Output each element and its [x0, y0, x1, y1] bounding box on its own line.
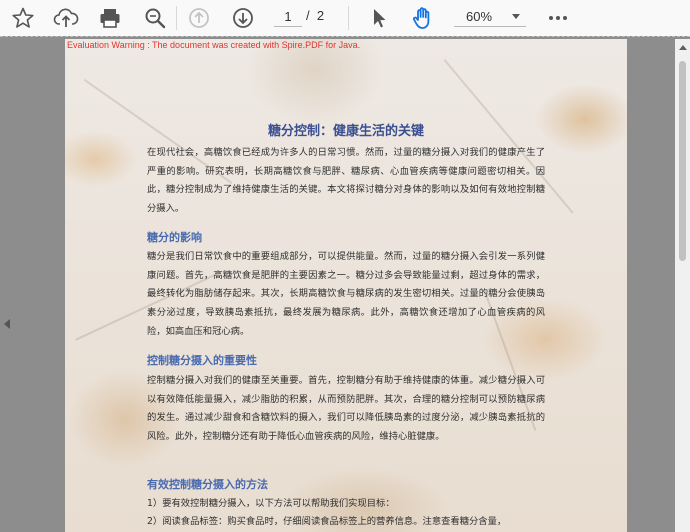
select-tool-button[interactable]	[365, 4, 393, 32]
section-heading: 有效控制糖分摄入的方法	[147, 478, 268, 491]
arrow-up-circle-icon	[189, 8, 209, 28]
zoom-select[interactable]: 60%	[454, 6, 526, 27]
chevron-down-icon	[512, 14, 520, 19]
search-button[interactable]	[141, 4, 169, 32]
pdf-page: Evaluation Warning : The document was cr…	[65, 39, 627, 532]
search-icon	[145, 8, 166, 29]
page-count: / 2	[306, 8, 325, 23]
list-item: 2）阅读食品标签：购买食品时，仔细阅读食品标签上的营养信息。注意查看糖分含量，	[147, 516, 507, 527]
hand-icon	[413, 7, 430, 29]
section-heading: 控制糖分摄入的重要性	[147, 354, 257, 367]
more-dots-icon	[549, 16, 567, 20]
cloud-upload-icon	[53, 8, 79, 27]
toolbar-divider	[176, 6, 177, 30]
print-button[interactable]	[96, 4, 124, 32]
zoom-value: 60%	[466, 9, 493, 24]
previous-page-button[interactable]	[185, 4, 213, 32]
vertical-scrollbar[interactable]	[675, 39, 690, 532]
hand-tool-button[interactable]	[409, 4, 437, 32]
upload-button[interactable]	[52, 4, 80, 32]
toolbar-divider	[348, 6, 349, 30]
bookmark-star-button[interactable]	[9, 4, 37, 32]
evaluation-watermark: Evaluation Warning : The document was cr…	[67, 40, 361, 50]
section-paragraph: 控制糖分摄入对我们的健康至关重要。首先，控制糖分有助于维持健康的体重。减少糖分摄…	[147, 375, 545, 443]
scrollbar-thumb[interactable]	[679, 61, 686, 261]
more-options-button[interactable]	[544, 4, 572, 32]
section-heading: 糖分的影响	[147, 231, 202, 244]
scroll-up-arrow[interactable]	[679, 45, 687, 50]
page-number-input[interactable]	[274, 6, 302, 27]
toolbar: / 2 60%	[0, 0, 690, 36]
next-page-button[interactable]	[229, 4, 257, 32]
arrow-down-circle-icon	[233, 8, 253, 28]
section-paragraph: 糖分是我们日常饮食中的重要组成部分，可以提供能量。然而，过量的糖分摄入会引发一系…	[147, 251, 545, 337]
cursor-icon	[374, 9, 386, 28]
list-item: 1）要有效控制糖分摄入，以下方法可以帮助我们实现目标：	[147, 498, 395, 509]
intro-paragraph: 在现代社会，高糖饮食已经成为许多人的日常习惯。然而，过量的糖分摄入对我们的健康产…	[147, 147, 545, 215]
star-icon	[12, 7, 34, 28]
printer-icon	[100, 9, 120, 28]
sidebar-toggle-handle[interactable]	[4, 319, 10, 329]
document-title: 糖分控制：健康生活的关键	[267, 124, 424, 139]
